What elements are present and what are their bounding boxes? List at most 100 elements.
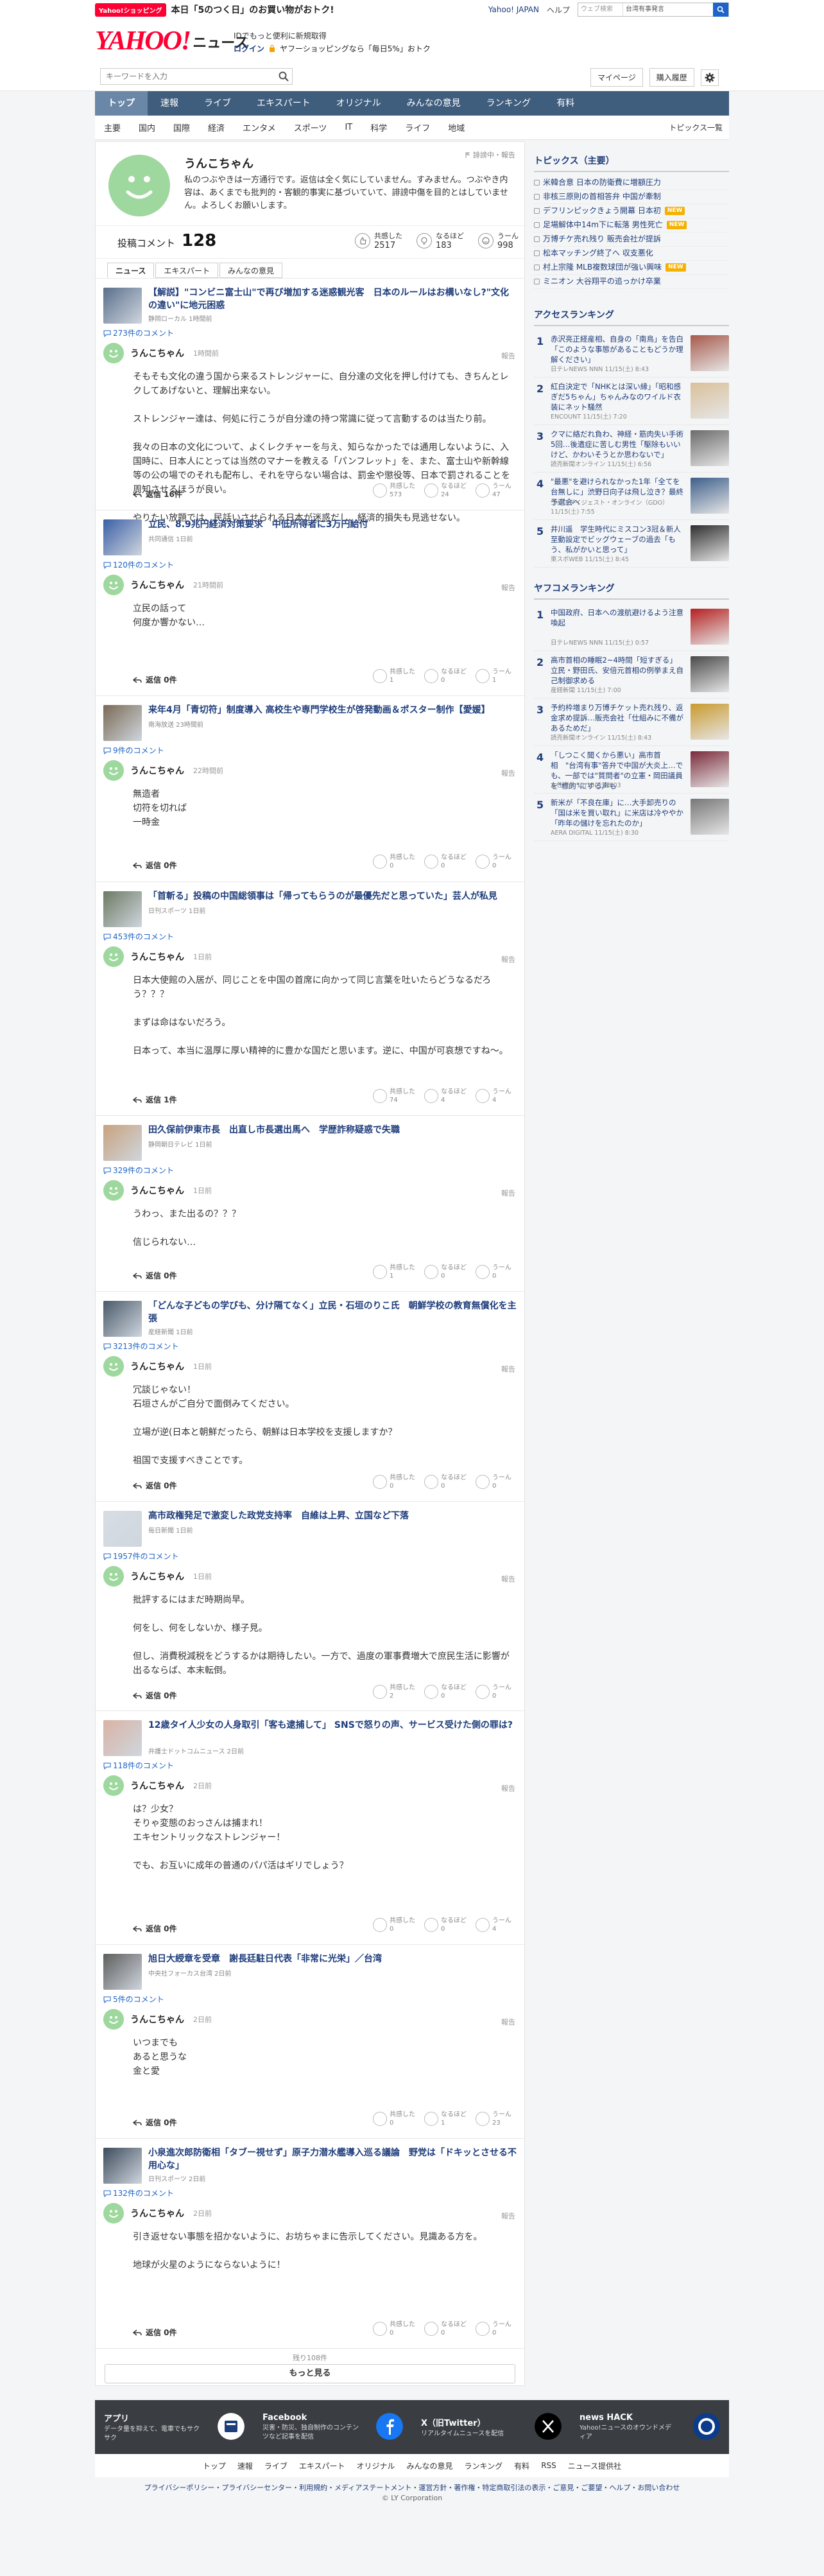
commenter-name[interactable]: うんこちゃん — [130, 2013, 184, 2026]
report-link[interactable]: 報告 — [501, 1574, 515, 1584]
reaction-hmm-button[interactable]: うーん 23 — [476, 2110, 511, 2127]
report-link[interactable]: 報告 — [501, 768, 515, 778]
article-title[interactable]: 高市政権発足で激変した政党支持率 自維は上昇、立国など下落 — [148, 1510, 517, 1522]
article-title[interactable]: 立民、8.9兆円経済対策要求 中低所得者に3万円給付 — [148, 518, 517, 531]
nav-paid[interactable]: 有料 — [544, 91, 587, 116]
ranking-item[interactable]: 4 「しつこく聞くから悪い」高市首相 "台湾有事"答弁で中国が大炎上…でも、一部で… — [534, 746, 729, 794]
reply-button[interactable]: 返信 0件 — [133, 2117, 177, 2128]
ranking-item[interactable]: 1 赤沢亮正経産相、自身の「南鳥」を告白「このような事態があることもどうか理解くだ… — [534, 330, 729, 378]
reaction-empathy-button[interactable]: 共感した 2 — [373, 1684, 415, 1700]
promo-text[interactable]: 本日「5のつく日」のお買い物がおトク! — [171, 3, 334, 16]
topics-list-link[interactable]: トピックス一覧 — [669, 122, 729, 133]
topic-item[interactable]: 非核三原則の首相答弁 中国が牽制 — [534, 190, 729, 204]
reaction-hmm-button[interactable]: うーん 0 — [476, 853, 511, 870]
tab-opinion[interactable]: みんなの意見 — [219, 263, 283, 278]
comment-count-link[interactable]: 5件のコメント — [103, 1994, 164, 2005]
commenter-name[interactable]: うんこちゃん — [130, 1779, 184, 1792]
cat-local[interactable]: 地域 — [439, 121, 474, 134]
cat-domestic[interactable]: 国内 — [130, 121, 164, 134]
commenter-name[interactable]: うんこちゃん — [130, 1570, 184, 1583]
reply-button[interactable]: 返信 1件 — [133, 1094, 177, 1105]
ranking-item[interactable]: 2 紅白決定で「NHKとは深い縁」「昭和感ぎだ5ちゃん」ちゃんみなのワイルド衣装に… — [534, 378, 729, 425]
reaction-naruhodo-button[interactable]: なるほど 0 — [424, 1264, 467, 1280]
reply-button[interactable]: 返信 0件 — [133, 1690, 177, 1701]
article-title[interactable]: 来年4月「青切符」制度導入 高校生や専門学校生が啓発動画＆ポスター制作【愛媛】 — [148, 704, 517, 717]
reaction-naruhodo-button[interactable]: なるほど 0 — [424, 2320, 467, 2337]
reaction-hmm-button[interactable]: うーん 0 — [476, 1264, 511, 1280]
reaction-empathy-button[interactable]: 共感した 0 — [373, 1917, 415, 1933]
app-promo[interactable]: アプリ データ量を抑えて、電車でもサクサク — [95, 2400, 253, 2454]
reply-button[interactable]: 返信 0件 — [133, 860, 177, 871]
footer-links[interactable]: プライバシーポリシー・プライバシーセンター・利用規約・メディアステートメント・運… — [0, 2482, 824, 2493]
topic-item[interactable]: 万博チケ売れ残り 販売会社が提訴 — [534, 232, 729, 247]
reaction-naruhodo-button[interactable]: なるほど 0 — [424, 853, 467, 870]
nav-original[interactable]: オリジナル — [323, 91, 394, 116]
reaction-empathy-button[interactable]: 共感した 0 — [373, 2110, 415, 2127]
reaction-naruhodo-button[interactable]: なるほど 4 — [424, 1088, 467, 1104]
newshack-promo[interactable]: news HACK Yahoo!ニュースのオウンドメディア — [571, 2400, 729, 2454]
reaction-empathy-button[interactable]: 共感した 573 — [373, 482, 415, 499]
commenter-name[interactable]: うんこちゃん — [130, 579, 184, 591]
reaction-naruhodo-button[interactable]: なるほど 0 — [424, 1917, 467, 1933]
tab-news[interactable]: ニュース — [107, 263, 155, 278]
comment-count-link[interactable]: 3213件のコメント — [103, 1341, 179, 1352]
article-title[interactable]: 「どんな子どもの学びも、分け隔てなく」立民・石垣のりこ氏 朝鮮学校の教育無償化を… — [148, 1300, 517, 1325]
reaction-naruhodo-button[interactable]: なるほど 0 — [424, 1684, 467, 1700]
footer-nav-link[interactable]: みんなの意見 — [407, 2460, 453, 2471]
report-link[interactable]: 報告 — [501, 954, 515, 964]
cat-economy[interactable]: 経済 — [199, 121, 234, 134]
tab-expert[interactable]: エキスパート — [155, 263, 219, 278]
comment-count-link[interactable]: 9件のコメント — [103, 745, 164, 756]
login-link[interactable]: ログイン — [234, 42, 264, 55]
footer-nav-link[interactable]: ランキング — [465, 2460, 503, 2471]
reaction-empathy-button[interactable]: 共感した 1 — [373, 1264, 415, 1280]
reaction-naruhodo-button[interactable]: なるほど 24 — [424, 482, 467, 499]
topic-item[interactable]: 足場解体中14m下に転落 男性死亡 NEW — [534, 218, 729, 232]
commenter-name[interactable]: うんこちゃん — [130, 764, 184, 777]
news-search-input[interactable] — [101, 69, 274, 84]
reaction-hmm-button[interactable]: うーん 0 — [476, 2320, 511, 2337]
mypage-button[interactable]: マイページ — [590, 68, 643, 87]
settings-button[interactable] — [700, 69, 719, 86]
reply-button[interactable]: 返信 0件 — [133, 2327, 177, 2338]
purchase-history-button[interactable]: 購入履歴 — [649, 68, 694, 87]
commenter-name[interactable]: うんこちゃん — [130, 950, 184, 963]
footer-nav-link[interactable]: RSS — [541, 2461, 556, 2470]
ranking-item[interactable]: 2 高市首相の睡眠2~4時間「短すぎる」立民・野田氏、安倍元首相の例挙まえ自己制御… — [534, 651, 729, 699]
yahoo-news-logo[interactable]: YAHOO! ニュース — [95, 28, 248, 55]
report-link[interactable]: 報告 — [501, 582, 515, 593]
reaction-hmm-button[interactable]: うーん 4 — [476, 1088, 511, 1104]
cat-entertainment[interactable]: エンタメ — [234, 121, 285, 134]
cat-life[interactable]: ライフ — [396, 121, 439, 134]
footer-nav-link[interactable]: 有料 — [514, 2460, 529, 2471]
nav-expert[interactable]: エキスパート — [244, 91, 323, 116]
article-title[interactable]: 田久保前伊東市長 出直し市長選出馬へ 学歴詐称疑惑で失職 — [148, 1124, 517, 1136]
comment-count-link[interactable]: 132件のコメント — [103, 2188, 174, 2198]
article-title[interactable]: 小泉進次郎防衛相「タブー視せず」原子力潜水艦導入巡る議論 野党は「ドキッとさせる… — [148, 2146, 517, 2172]
reaction-empathy-button[interactable]: 共感した 0 — [373, 853, 415, 870]
id-line[interactable]: IDでもっと便利に新規取得 — [234, 30, 431, 42]
cat-sports[interactable]: スポーツ — [285, 121, 336, 134]
topic-item[interactable]: ミニオン 大谷翔平の追っかけ卒業 — [534, 275, 729, 289]
reaction-naruhodo-button[interactable]: なるほど 0 — [424, 1474, 467, 1490]
report-link[interactable]: 報告 — [501, 1783, 515, 1793]
footer-nav-link[interactable]: オリジナル — [357, 2460, 395, 2471]
profile-report-link[interactable]: 誹謗中・報告 — [465, 150, 515, 160]
reaction-hmm-button[interactable]: うーん 0 — [476, 1684, 511, 1700]
yahoo-japan-link[interactable]: Yahoo! JAPAN — [488, 5, 539, 14]
footer-nav-link[interactable]: ライブ — [264, 2460, 288, 2471]
reaction-empathy-button[interactable]: 共感した 1 — [373, 668, 415, 684]
reaction-empathy-button[interactable]: 共感した 0 — [373, 2320, 415, 2337]
topic-item[interactable]: 米韓合意 日本の防衛費に増額圧力 — [534, 176, 729, 190]
report-link[interactable]: 報告 — [501, 1364, 515, 1374]
commenter-name[interactable]: うんこちゃん — [130, 1184, 184, 1197]
reaction-hmm-button[interactable]: うーん 1 — [476, 668, 511, 684]
reply-button[interactable]: 返信 16件 — [133, 489, 182, 500]
cat-main[interactable]: 主要 — [95, 121, 130, 134]
ranking-item[interactable]: 5 井川遥 学生時代にミスコン3冠＆新人至動設定でビッグウェーブの過去「もう、私が… — [534, 520, 729, 568]
reply-button[interactable]: 返信 0件 — [133, 674, 177, 685]
commenter-name[interactable]: うんこちゃん — [130, 347, 184, 360]
reaction-hmm-button[interactable]: うーん 47 — [476, 482, 511, 499]
ranking-item[interactable]: 5 新米が「不良在庫」に…大手卸売りの「国は米を買い取れ」に米店は冷ややか「昨年の… — [534, 794, 729, 841]
reaction-empathy-button[interactable]: 共感した 0 — [373, 1474, 415, 1490]
